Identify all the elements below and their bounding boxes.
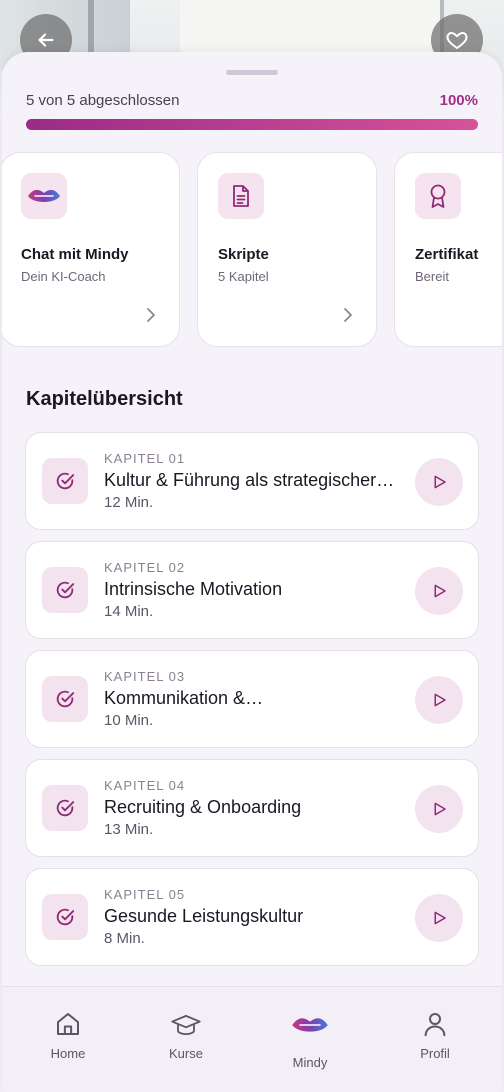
section-title: Kapitelübersicht	[26, 388, 183, 410]
chapter-duration: 13 Min.	[104, 821, 154, 838]
card-subtitle: Dein KI-Coach	[21, 269, 106, 284]
chevron-right-icon	[344, 308, 352, 322]
play-icon	[434, 693, 446, 707]
chapter-status	[42, 676, 88, 722]
drag-handle[interactable]	[226, 70, 278, 75]
progress-percent: 100%	[439, 92, 478, 109]
chapter-row[interactable]: KAPITEL 04 Recruiting & Onboarding 13 Min.	[25, 759, 479, 857]
check-circle-icon	[56, 799, 75, 817]
check-circle-icon	[56, 690, 75, 708]
check-circle-icon	[56, 908, 75, 926]
card-title: Chat mit Mindy	[21, 246, 129, 263]
heart-icon	[446, 32, 468, 49]
quick-actions: Chat mit Mindy Dein KI-Coach Skripte 5 K…	[2, 152, 502, 348]
progress-bar	[26, 119, 478, 130]
play-button[interactable]	[415, 785, 463, 833]
document-icon	[233, 185, 249, 207]
tab-profile[interactable]: Profil	[385, 987, 485, 1087]
progress-label: 5 von 5 abgeschlossen	[26, 92, 180, 109]
chapter-title: Recruiting & Onboarding	[104, 797, 302, 817]
card-title: Skripte	[218, 246, 269, 263]
tab-label: Profil	[420, 1046, 450, 1061]
mindy-lips-icon	[28, 189, 60, 202]
chapter-duration: 14 Min.	[104, 603, 154, 620]
chapter-number: KAPITEL 05	[104, 887, 186, 902]
chapter-title: Gesunde Leistungskultur	[104, 906, 304, 926]
progress-bar-fill	[26, 119, 478, 130]
chat-mindy-card[interactable]: Chat mit Mindy Dein KI-Coach	[2, 152, 180, 347]
chapter-duration: 12 Min.	[104, 494, 154, 511]
chapter-number: KAPITEL 02	[104, 560, 186, 575]
chapter-title: Intrinsische Motivation	[104, 579, 283, 599]
tab-label: Home	[50, 1046, 86, 1061]
play-icon	[434, 802, 446, 816]
chapter-number: KAPITEL 03	[104, 669, 186, 684]
tab-home[interactable]: Home	[18, 987, 118, 1087]
chapter-duration: 8 Min.	[104, 930, 145, 947]
card-title: Zertifikat	[415, 246, 479, 263]
home-icon	[57, 1013, 79, 1035]
check-circle-icon	[56, 472, 75, 490]
course-detail-sheet: 5 von 5 abgeschlossen 100% Chat mit Mind…	[2, 52, 502, 1092]
scripts-card[interactable]: Skripte 5 Kapitel	[197, 152, 377, 347]
chapter-title: Kultur & Führung als strategischer Erfol…	[104, 470, 396, 490]
chapter-status	[42, 567, 88, 613]
tab-label: Kurse	[169, 1046, 203, 1061]
bottom-tab-bar: Home Kurse Mindy Profil	[2, 986, 502, 1092]
graduation-cap-icon	[171, 1014, 201, 1036]
play-icon	[434, 475, 446, 489]
chapter-number: KAPITEL 01	[104, 451, 186, 466]
play-button[interactable]	[415, 676, 463, 724]
check-circle-icon	[56, 581, 75, 599]
chapter-duration: 10 Min.	[104, 712, 154, 729]
play-icon	[434, 584, 446, 598]
chapter-row[interactable]: KAPITEL 01 Kultur & Führung als strategis…	[25, 432, 479, 530]
tab-courses[interactable]: Kurse	[136, 987, 236, 1087]
user-icon	[424, 1013, 446, 1037]
chapter-row[interactable]: KAPITEL 02 Intrinsische Motivation 14 Min.	[25, 541, 479, 639]
tab-label: Mindy	[292, 1055, 328, 1070]
play-button[interactable]	[415, 567, 463, 615]
chapter-status	[42, 785, 88, 831]
chapter-status	[42, 894, 88, 940]
award-icon	[430, 184, 446, 208]
chapter-title: Kommunikation &…	[104, 688, 264, 708]
play-button[interactable]	[415, 894, 463, 942]
arrow-left-icon	[38, 33, 54, 47]
chapter-status	[42, 458, 88, 504]
chapter-row[interactable]: KAPITEL 05 Gesunde Leistungskultur 8 Min.	[25, 868, 479, 966]
chevron-right-icon	[147, 308, 155, 322]
play-icon	[434, 911, 446, 925]
play-button[interactable]	[415, 458, 463, 506]
certificate-card[interactable]: Zertifikat Bereit	[394, 152, 502, 347]
card-subtitle: Bereit	[415, 269, 449, 284]
card-subtitle: 5 Kapitel	[218, 269, 269, 284]
mindy-lips-icon	[292, 1018, 328, 1032]
chapter-number: KAPITEL 04	[104, 778, 186, 793]
chapter-row[interactable]: KAPITEL 03 Kommunikation &… 10 Min.	[25, 650, 479, 748]
tab-mindy[interactable]: Mindy	[260, 987, 360, 1087]
